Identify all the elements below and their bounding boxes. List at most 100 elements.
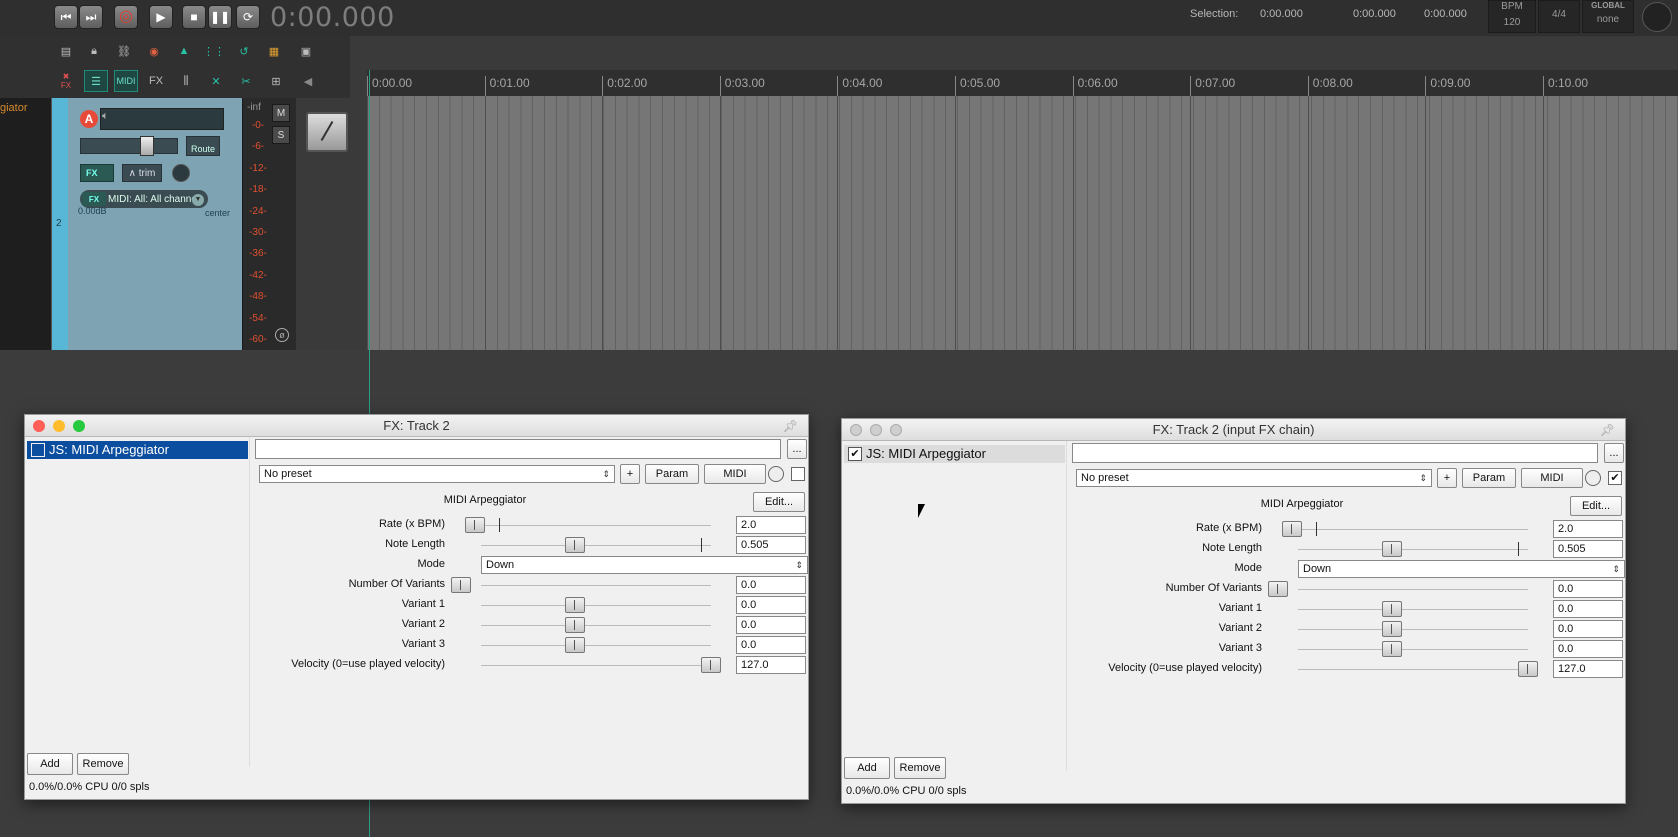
selection-end[interactable]: 0:00.000: [1353, 8, 1396, 20]
track-name-field[interactable]: [100, 108, 224, 130]
marker-icon[interactable]: ◀: [296, 70, 320, 92]
param-value-field[interactable]: 0.0: [1553, 580, 1623, 598]
fx-filter-field[interactable]: [1072, 443, 1598, 463]
speaker-icon[interactable]: 🔈︎: [102, 110, 109, 123]
zoom-icon[interactable]: [73, 420, 85, 432]
add-preset-button[interactable]: +: [620, 464, 640, 484]
ripple-icon[interactable]: ▲: [172, 40, 196, 62]
fx-enable-checkbox[interactable]: [31, 443, 45, 457]
midi-button[interactable]: MIDI: [1521, 468, 1583, 488]
window-title[interactable]: FX: Track 2 (input FX chain): [842, 419, 1625, 441]
param-slider-track[interactable]: [1298, 629, 1528, 630]
pin-icon[interactable]: 📌︎: [1600, 423, 1615, 437]
mode-select[interactable]: Down ⇕: [1298, 560, 1625, 578]
param-value-field[interactable]: 0.505: [1553, 540, 1623, 558]
param-value-field[interactable]: 0.0: [1553, 620, 1623, 638]
param-slider-thumb[interactable]: [1268, 581, 1288, 597]
add-preset-button[interactable]: +: [1437, 468, 1457, 488]
color-icon[interactable]: ▦: [262, 40, 286, 62]
volume-slider-thumb[interactable]: [140, 136, 154, 156]
param-slider-thumb[interactable]: [451, 577, 471, 593]
param-value-field[interactable]: 0.0: [736, 596, 806, 614]
param-button[interactable]: Param: [645, 464, 699, 484]
param-slider-track[interactable]: [1298, 609, 1528, 610]
param-button[interactable]: Param: [1462, 468, 1516, 488]
glue-icon[interactable]: ⊞: [264, 70, 288, 92]
param-value-field[interactable]: 0.0: [1553, 600, 1623, 618]
mixer-icon[interactable]: ⫼: [174, 70, 198, 92]
wet-knob[interactable]: [1585, 470, 1601, 486]
param-value-field[interactable]: 127.0: [1553, 660, 1623, 678]
param-slider-track[interactable]: [481, 605, 711, 606]
track-fx-button[interactable]: FX: [80, 164, 114, 182]
param-slider-track[interactable]: [1298, 649, 1528, 650]
timeline-ruler[interactable]: 0:00.00 0:01.00 0:02.00 0:03.00 0:04.00 0:05.…: [367, 70, 1678, 96]
route-button[interactable]: Route: [186, 136, 220, 156]
midi-button[interactable]: MIDI: [704, 464, 766, 484]
bpm-box[interactable]: BPM 120: [1488, 0, 1536, 33]
param-slider-thumb[interactable]: [1282, 521, 1302, 537]
timesig-box[interactable]: 4/4: [1538, 0, 1580, 33]
mode-select[interactable]: Down ⇕: [481, 556, 808, 574]
windows-icon[interactable]: ▣: [294, 40, 318, 62]
skip-back-icon[interactable]: ⏮: [54, 5, 78, 29]
checkbox-checked-icon[interactable]: ✔: [848, 447, 862, 461]
arrange-view[interactable]: [367, 96, 1678, 350]
preset-select[interactable]: No preset ⇕: [1076, 469, 1432, 487]
selection-length[interactable]: 0:00.000: [1424, 8, 1467, 20]
param-slider-track[interactable]: [481, 665, 711, 666]
fx-list-item[interactable]: ✔ JS: MIDI Arpeggiator: [844, 445, 1065, 463]
lock-icon[interactable]: 🔒︎: [82, 40, 106, 62]
record-icon[interactable]: ◎: [114, 5, 138, 29]
pan-knob[interactable]: [172, 164, 190, 182]
remove-fx-button[interactable]: Remove: [894, 757, 946, 779]
edit-button[interactable]: Edit...: [753, 492, 805, 512]
wet-knob[interactable]: [768, 466, 784, 482]
bypass-checkbox[interactable]: [791, 467, 805, 481]
param-slider-thumb[interactable]: [1518, 661, 1538, 677]
add-fx-button[interactable]: Add: [844, 757, 890, 779]
fx-filter-field[interactable]: [255, 439, 781, 459]
param-slider-thumb[interactable]: [1382, 601, 1402, 617]
param-slider-thumb[interactable]: [565, 537, 585, 553]
more-button[interactable]: ...: [1604, 443, 1624, 463]
param-value-field[interactable]: 0.0: [1553, 640, 1623, 658]
edit-button[interactable]: Edit...: [1570, 496, 1622, 516]
param-slider-thumb[interactable]: [465, 517, 485, 533]
param-slider-track[interactable]: [1298, 529, 1528, 530]
param-slider-thumb[interactable]: [1382, 641, 1402, 657]
param-slider-track[interactable]: [481, 545, 711, 546]
param-slider-track[interactable]: [1298, 589, 1528, 590]
param-slider-track[interactable]: [1298, 549, 1528, 550]
selection-start[interactable]: 0:00.000: [1260, 8, 1303, 20]
checkbox-checked-icon[interactable]: ✔: [1608, 471, 1622, 485]
global-box[interactable]: GLOBAL none: [1582, 0, 1634, 33]
scissors-icon[interactable]: ✂: [234, 70, 258, 92]
play-icon[interactable]: ▶: [149, 5, 173, 29]
param-slider-thumb[interactable]: [701, 657, 721, 673]
time-display[interactable]: 0:00.000: [270, 2, 395, 33]
param-value-field[interactable]: 127.0: [736, 656, 806, 674]
close-icon[interactable]: [850, 424, 862, 436]
param-slider-thumb[interactable]: [1382, 541, 1402, 557]
param-value-field[interactable]: 2.0: [736, 516, 806, 534]
stop-icon[interactable]: ■: [182, 5, 206, 29]
add-fx-button[interactable]: Add: [27, 753, 73, 775]
param-value-field[interactable]: 0.0: [736, 616, 806, 634]
param-slider-track[interactable]: [481, 645, 711, 646]
minimize-icon[interactable]: [53, 420, 65, 432]
preset-select[interactable]: No preset ⇕: [259, 465, 615, 483]
skip-forward-icon[interactable]: ⏭: [79, 5, 103, 29]
param-slider-track[interactable]: [481, 585, 711, 586]
param-slider-track[interactable]: [1298, 669, 1528, 670]
close-icon[interactable]: [33, 420, 45, 432]
param-slider-track[interactable]: [481, 625, 711, 626]
pin-icon[interactable]: 📌︎: [783, 419, 798, 433]
chevron-down-icon[interactable]: ▼: [192, 194, 204, 206]
mute-button[interactable]: M: [272, 104, 290, 122]
midi-button[interactable]: MIDI: [114, 70, 138, 92]
zoom-icon[interactable]: [890, 424, 902, 436]
track-list-icon[interactable]: ☰: [84, 70, 108, 92]
fx-remove-icon[interactable]: ✖ FX: [54, 70, 78, 92]
remove-fx-button[interactable]: Remove: [77, 753, 129, 775]
